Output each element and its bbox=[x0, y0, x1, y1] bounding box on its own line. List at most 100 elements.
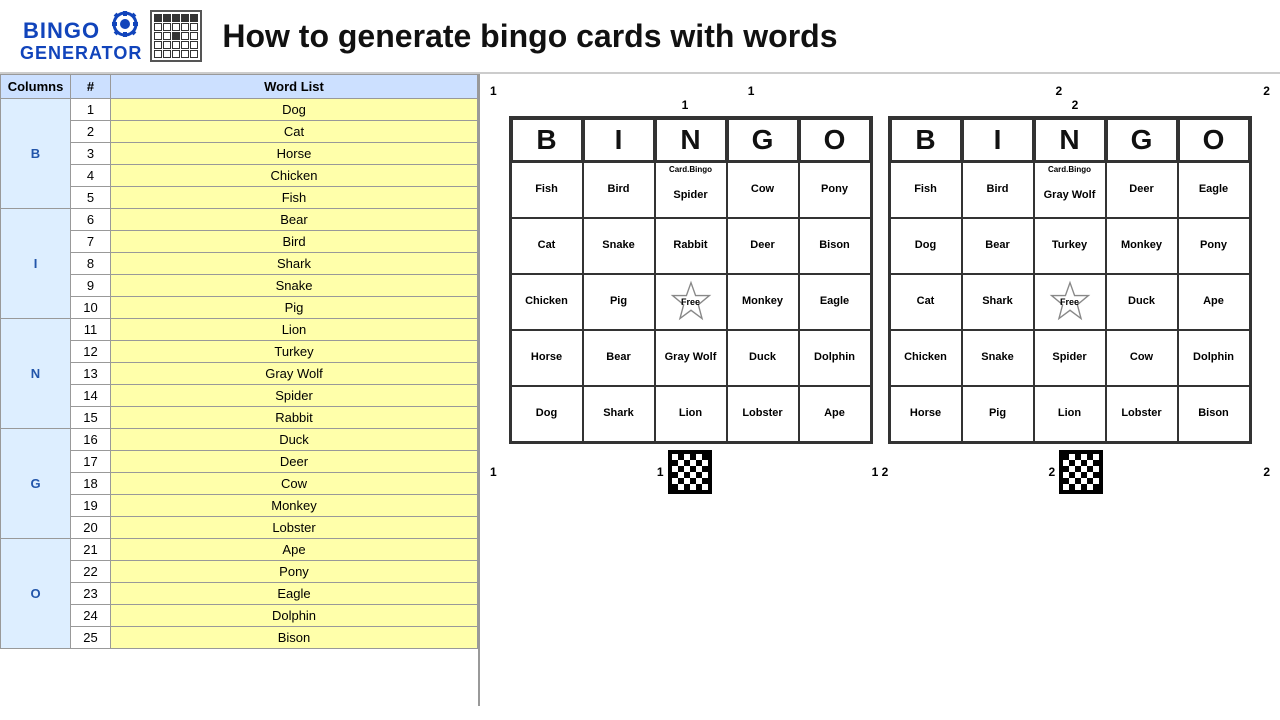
top-mid-2: 2 bbox=[1056, 84, 1063, 98]
free-label: Free bbox=[1060, 297, 1079, 308]
row-word: Pig bbox=[111, 297, 478, 319]
bingo-header-cell: G bbox=[1106, 118, 1178, 162]
logo-subtext: GENERATOR bbox=[20, 44, 142, 62]
row-num: 13 bbox=[71, 363, 111, 385]
cell-text: Bird bbox=[608, 183, 630, 196]
cell-text: Cat bbox=[917, 295, 935, 308]
bingo-mini-icon bbox=[150, 10, 202, 62]
bingo-cell: Bison bbox=[799, 218, 871, 274]
cell-text: Ape bbox=[824, 407, 845, 420]
cell-text: Turkey bbox=[1052, 239, 1087, 252]
card2-bottom-num: 2 bbox=[1048, 465, 1055, 479]
cell-text: Monkey bbox=[742, 295, 783, 308]
cell-text: Cow bbox=[1130, 351, 1153, 364]
row-word: Spider bbox=[111, 385, 478, 407]
bottom-mid-12: 1 2 bbox=[872, 465, 889, 479]
cell-text: Dog bbox=[536, 407, 557, 420]
bottom-outer-labels: 1 1 1 2 bbox=[490, 450, 1270, 494]
bingo-cell: Dog bbox=[511, 386, 583, 442]
col-header-columns: Columns bbox=[1, 75, 71, 99]
bingo-cell: Lion bbox=[655, 386, 727, 442]
bingo-header-row: BINGO bbox=[890, 118, 1250, 162]
bingo-cell: Cat bbox=[890, 274, 962, 330]
bingo-cell: Deer bbox=[1106, 162, 1178, 218]
cell-text: Horse bbox=[531, 351, 562, 364]
letter-cell-g: G bbox=[1, 429, 71, 539]
qr-code-1 bbox=[668, 450, 712, 494]
cell-text: Shark bbox=[603, 407, 634, 420]
row-word: Bison bbox=[111, 627, 478, 649]
row-word: Turkey bbox=[111, 341, 478, 363]
bingo-card-2: BINGOFishBirdCard.BingoGray WolfDeerEagl… bbox=[888, 116, 1252, 444]
card2-bottom-block: 2 bbox=[1048, 450, 1103, 494]
top-right-2: 2 bbox=[1263, 84, 1270, 98]
bingo-cell: Bear bbox=[962, 218, 1034, 274]
letter-cell-i: I bbox=[1, 209, 71, 319]
cell-text: Chicken bbox=[904, 351, 947, 364]
row-word: Bird bbox=[111, 231, 478, 253]
row-word: Pony bbox=[111, 561, 478, 583]
bingo-header-cell: B bbox=[511, 118, 583, 162]
main-content: Columns # Word List B1Dog2Cat3Horse4Chic… bbox=[0, 74, 1280, 706]
cell-text: Dog bbox=[915, 239, 936, 252]
row-word: Shark bbox=[111, 253, 478, 275]
card-number-row: 1 2 bbox=[490, 98, 1270, 112]
row-num: 2 bbox=[71, 121, 111, 143]
bingo-cell: Gray Wolf bbox=[655, 330, 727, 386]
row-word: Eagle bbox=[111, 583, 478, 605]
bingo-cell: Shark bbox=[962, 274, 1034, 330]
bingo-body-row: FishBirdCard.BingoGray WolfDeerEagle bbox=[890, 162, 1250, 218]
row-word: Lobster bbox=[111, 517, 478, 539]
cell-text: Lion bbox=[679, 407, 702, 420]
bingo-cell: Cow bbox=[727, 162, 799, 218]
logo-text: BINGO bbox=[23, 10, 139, 43]
cell-text: Duck bbox=[749, 351, 776, 364]
cell-text: Horse bbox=[910, 407, 941, 420]
bingo-header-cell: O bbox=[1178, 118, 1250, 162]
bingo-card-1: BINGOFishBirdCard.BingoSpiderCowPonyCatS… bbox=[509, 116, 873, 444]
bingo-cell: Horse bbox=[890, 386, 962, 442]
bingo-cell: Chicken bbox=[890, 330, 962, 386]
card-bingo-label: Card.Bingo bbox=[669, 165, 712, 175]
row-word: Snake bbox=[111, 275, 478, 297]
cell-text: Spider bbox=[673, 189, 707, 202]
row-num: 3 bbox=[71, 143, 111, 165]
bingo-cell: Snake bbox=[583, 218, 655, 274]
bingo-header-cell: N bbox=[655, 118, 727, 162]
bingo-cell: Deer bbox=[727, 218, 799, 274]
bingo-body-row: DogBearTurkeyMonkeyPony bbox=[890, 218, 1250, 274]
cell-text: Pig bbox=[989, 407, 1006, 420]
bingo-header-cell: B bbox=[890, 118, 962, 162]
bingo-cell: Pig bbox=[583, 274, 655, 330]
letter-cell-b: B bbox=[1, 99, 71, 209]
row-num: 21 bbox=[71, 539, 111, 561]
cell-text: Eagle bbox=[1199, 183, 1228, 196]
cell-text: Dolphin bbox=[1193, 351, 1234, 364]
cards-wrapper: 1 1 2 2 1 2 BINGO Fish Bird Card.Bingo Spide… bbox=[495, 84, 1265, 494]
bingo-cell: Bird bbox=[583, 162, 655, 218]
bottom-right-2: 2 bbox=[1263, 465, 1270, 479]
cell-text: Chicken bbox=[525, 295, 568, 308]
row-num: 25 bbox=[71, 627, 111, 649]
page-title: How to generate bingo cards with words bbox=[222, 18, 837, 55]
row-word: Dolphin bbox=[111, 605, 478, 627]
row-word: Lion bbox=[111, 319, 478, 341]
cell-text: Deer bbox=[750, 239, 774, 252]
cell-text: Pig bbox=[610, 295, 627, 308]
bingo-cell: Card.Bingo Spider bbox=[655, 162, 727, 218]
bingo-cell: Card.BingoGray Wolf bbox=[1034, 162, 1106, 218]
cell-text: Duck bbox=[1128, 295, 1155, 308]
bingo-cell: Fish bbox=[511, 162, 583, 218]
bingo-cell: Snake bbox=[962, 330, 1034, 386]
card1-bottom-num: 1 bbox=[657, 465, 664, 479]
bingo-cell: Pony bbox=[1178, 218, 1250, 274]
bingo-cell: Horse bbox=[511, 330, 583, 386]
top-mid-1: 1 bbox=[748, 84, 755, 98]
top-outer-labels: 1 1 2 2 bbox=[490, 84, 1270, 98]
bingo-cell: Duck bbox=[727, 330, 799, 386]
bingo-cell: Eagle bbox=[799, 274, 871, 330]
bingo-cell: Cat bbox=[511, 218, 583, 274]
bingo-body-row: FishBirdCard.BingoSpiderCowPony bbox=[511, 162, 871, 218]
bingo-cell: Cow bbox=[1106, 330, 1178, 386]
bingo-cell: Rabbit bbox=[655, 218, 727, 274]
